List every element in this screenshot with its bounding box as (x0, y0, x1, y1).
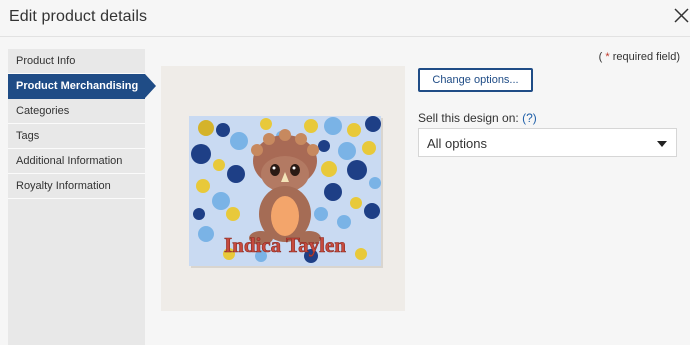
sidebar-item-label: Categories (16, 105, 70, 117)
sidebar-item-label: Product Merchandising (16, 80, 139, 92)
sidebar-item-additional-information[interactable]: Additional Information (8, 149, 145, 174)
sidebar-item-label: Product Info (16, 55, 76, 67)
dialog-header: Edit product details (0, 0, 690, 37)
puzzle-product-image: Indica Taylen (189, 116, 383, 268)
sell-on-select[interactable]: All options (418, 128, 677, 157)
sidebar-item-label: Tags (16, 130, 40, 142)
sidebar-nav: Product Info Product Merchandising Categ… (8, 49, 156, 345)
active-indicator-arrow (145, 74, 156, 98)
required-field-note: ( * required field) (598, 51, 680, 63)
chevron-down-icon (657, 141, 667, 147)
puzzle-name-text: Indica Taylen (224, 233, 346, 257)
close-icon[interactable] (673, 7, 690, 24)
change-options-button[interactable]: Change options... (418, 68, 533, 92)
product-preview: Indica Taylen (161, 66, 405, 311)
sidebar-item-royalty-information[interactable]: Royalty Information (8, 174, 145, 199)
select-value: All options (427, 136, 487, 151)
dialog-title: Edit product details (9, 8, 148, 25)
help-link[interactable]: (?) (522, 111, 537, 125)
sidebar-item-categories[interactable]: Categories (8, 99, 145, 124)
sidebar-item-product-info[interactable]: Product Info (8, 49, 145, 74)
sidebar-item-label: Royalty Information (16, 180, 111, 192)
sidebar-item-product-merchandising[interactable]: Product Merchandising (8, 74, 156, 99)
sidebar-item-tags[interactable]: Tags (8, 124, 145, 149)
sell-design-label: Sell this design on: (?) (418, 111, 537, 125)
sidebar-item-label: Additional Information (16, 155, 123, 167)
